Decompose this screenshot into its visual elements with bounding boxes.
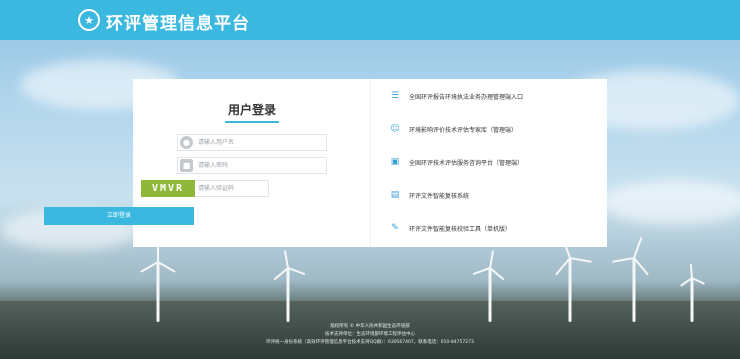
top-bar: ★ 环评管理信息平台	[0, 0, 740, 40]
login-button[interactable]: 立即登录	[44, 207, 194, 225]
emblem-icon: ★	[78, 9, 100, 31]
user-icon: ●	[180, 136, 193, 149]
username-input[interactable]	[198, 136, 323, 149]
password-field[interactable]: ■	[177, 157, 327, 174]
footer-copyright: 版权所有 © 中华人民共和国生态环境部	[330, 324, 410, 329]
title-underline	[225, 121, 279, 123]
wind-turbine	[140, 242, 176, 322]
wrench-icon: ✎	[391, 223, 399, 233]
footer-contact: 环评统一身份系统（高效环评管理信息平台技术支持QQ群）：630567407，联系…	[266, 340, 474, 345]
menu-item-expert-library[interactable]: ☺ 环境影响评价技术评估专家库（管理端）	[389, 120, 603, 138]
lock-icon: ■	[180, 159, 193, 172]
captcha-image[interactable]: VMVR	[141, 180, 195, 197]
wind-turbine	[612, 236, 649, 322]
footer-support: 技术支持单位：生态环境部环境工程评估中心	[325, 332, 415, 337]
wind-turbine	[555, 236, 592, 322]
menu-item-label: 环评文件智能复核系统	[409, 192, 470, 200]
captcha-input[interactable]	[198, 182, 266, 195]
username-field[interactable]: ●	[177, 134, 327, 151]
user-icon: ☺	[390, 124, 400, 134]
menu-item-label: 环境影响评价技术评估专家库（管理端）	[409, 126, 518, 134]
wind-turbine	[679, 263, 706, 322]
menu-item-label: 环评文件智能复核校验工具（单机版）	[409, 225, 512, 233]
menu-item-label: 全国环评报告环境执法业务办理管理端入口	[409, 93, 524, 101]
menu-item-label: 全国环评技术评估服务咨询平台（管理端）	[409, 159, 524, 167]
list-icon: ☰	[390, 91, 400, 101]
menu-item-consult-platform[interactable]: ▣ 全国环评技术评估服务咨询平台（管理端）	[389, 153, 603, 171]
wind-turbine	[472, 250, 505, 322]
menu-item-law-enforcement[interactable]: ☰ 全国环评报告环境执法业务办理管理端入口	[389, 87, 603, 105]
main-panel: 用户登录 ● ■ ✓ ☰ 全国环评报告环境执法业务办理管理端入口 ☺ 环境影响评…	[133, 79, 607, 247]
cloud	[600, 180, 740, 225]
chat-icon: ▣	[390, 157, 400, 167]
password-input[interactable]	[198, 159, 323, 172]
login-title: 用户登录	[227, 103, 276, 117]
wind-turbine	[273, 250, 306, 322]
menu-item-review-tool[interactable]: ✎ 环评文件智能复核校验工具（单机版）	[389, 219, 603, 237]
site-title: 环评管理信息平台	[106, 14, 250, 34]
quick-links: ☰ 全国环评报告环境执法业务办理管理端入口 ☺ 环境影响评价技术评估专家库（管理…	[385, 79, 607, 247]
menu-item-review-system[interactable]: ▤ 环评文件智能复核系统	[389, 186, 603, 204]
document-icon: ▤	[390, 190, 400, 200]
